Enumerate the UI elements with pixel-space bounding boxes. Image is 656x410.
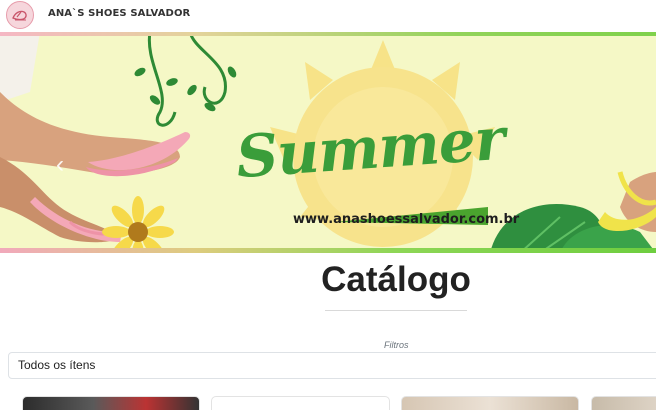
title-divider	[325, 310, 467, 311]
product-card[interactable]	[401, 396, 579, 410]
banner-website-url: www.anashoessalvador.com.br	[293, 212, 520, 227]
page: ANA`S SHOES SALVADOR Summer www.anashoes…	[0, 0, 656, 410]
sunflower-decoration	[102, 196, 174, 253]
filter-label: Filtros	[384, 340, 409, 350]
brand-name[interactable]: ANA`S SHOES SALVADOR	[48, 8, 190, 19]
chevron-left-icon: ‹	[56, 151, 64, 178]
product-card[interactable]	[22, 396, 200, 410]
catalog-title: Catálogo	[321, 260, 471, 299]
banner-bottom-border	[0, 248, 656, 253]
banner-top-border	[0, 32, 656, 36]
top-navbar: ANA`S SHOES SALVADOR	[0, 0, 656, 30]
category-filter-select[interactable]: Todos os ítens	[8, 352, 656, 379]
hero-banner: Summer www.anashoessalvador.com.br ‹	[0, 32, 656, 253]
sandal-logo-icon	[12, 10, 27, 21]
filter-selected-value: Todos os ítens	[18, 358, 96, 372]
right-sandal-photo	[598, 171, 656, 232]
product-card[interactable]	[591, 396, 656, 410]
product-card[interactable]	[211, 396, 390, 410]
carousel-prev-button[interactable]: ‹	[50, 150, 70, 180]
brand-logo[interactable]	[6, 1, 34, 29]
vine-decoration	[147, 32, 227, 127]
